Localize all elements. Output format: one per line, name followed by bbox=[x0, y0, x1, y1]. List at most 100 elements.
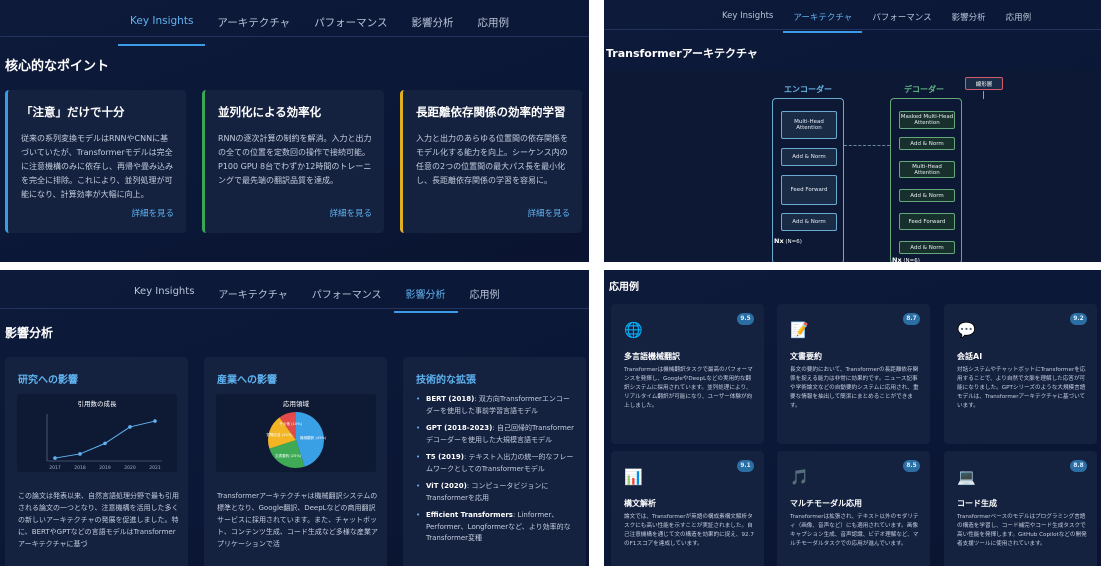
encoder-repeat-label: Nx (N=6) bbox=[774, 237, 802, 245]
tab-divider bbox=[0, 308, 589, 309]
details-link[interactable]: 詳細を見る bbox=[329, 207, 372, 219]
tab-impact[interactable]: 影響分析 bbox=[399, 15, 465, 35]
application-title: マルチモーダル応用 bbox=[790, 499, 862, 508]
series-line bbox=[54, 420, 156, 459]
data-point bbox=[103, 441, 107, 446]
industry-title: 産業への影響 bbox=[217, 375, 277, 386]
extensions-list: BERT (2018): 双方向Transformerエンコーダーを使用した事前… bbox=[416, 394, 576, 551]
score-badge: 8.7 bbox=[903, 313, 920, 325]
architecture-diagram: エンコーダー デコーダー 線形層 Multi-Head Attention Ad… bbox=[604, 70, 1101, 262]
decoder-label: デコーダー bbox=[904, 85, 944, 94]
application-description: Transformerは拡張され、テキスト以外のモダリティ（画像、音声など）にも… bbox=[790, 514, 919, 547]
bar-chart-icon: 📊 bbox=[624, 468, 643, 486]
application-description: 長文の要約において、Transformerの長距離依存関係を捉える能力は非常に効… bbox=[790, 367, 919, 409]
application-description: Transformerベースのモデルはプログラミング言語の構造を学習し、コード補… bbox=[957, 514, 1087, 547]
research-description: この論文は発表以来、自然言語処理分野で最も引用される論文の一つとなり、注意機構を… bbox=[18, 492, 179, 548]
insight-card-title: 長距離依存関係の効率的学習 bbox=[416, 105, 566, 119]
tab-impact[interactable]: 影響分析 bbox=[942, 11, 996, 23]
tab-architecture[interactable]: アーキテクチャ bbox=[206, 286, 299, 301]
x-tick-label: 2020 bbox=[124, 465, 136, 471]
application-card[interactable]: 💻 8.8 コード生成 Transformerベースのモデルはプログラミング言語の構造… bbox=[944, 451, 1097, 566]
research-card: 研究への影響 引用数の成長 2017 2018 2019 2020 2021 この論文は… bbox=[5, 357, 188, 566]
tab-performance[interactable]: パフォーマンス bbox=[300, 286, 394, 301]
application-title: 文書要約 bbox=[790, 352, 822, 361]
details-link[interactable]: 詳細を見る bbox=[131, 207, 174, 219]
encoder-block: Add & Norm bbox=[781, 148, 837, 166]
chart-title: 応用領域 bbox=[283, 399, 310, 408]
decoder-stack: Masked Multi-Head Attention Add & Norm M… bbox=[890, 98, 962, 262]
decoder-block: Multi-Head Attention bbox=[899, 161, 955, 178]
nav-tabs: Key Insights アーキテクチャ パフォーマンス 影響分析 応用例 bbox=[712, 11, 1042, 33]
section-title: 応用例 bbox=[609, 282, 639, 293]
application-title: コード生成 bbox=[957, 499, 997, 508]
application-card[interactable]: 🎵 8.5 マルチモーダル応用 Transformerは拡張され、テキスト以外のモダリ… bbox=[777, 451, 930, 566]
section-title: 核心的なポイント bbox=[5, 59, 110, 74]
tab-impact[interactable]: 影響分析 bbox=[393, 286, 458, 313]
score-badge: 8.5 bbox=[903, 460, 920, 472]
encoder-decoder-connector bbox=[844, 145, 890, 146]
list-item: Efficient Transformers: Linformer、Perfor… bbox=[416, 510, 576, 545]
application-description: 論文では、Transformerが英語の構成素構文解析タスクにも高い性能を示すこ… bbox=[624, 514, 754, 547]
insight-card: 長距離依存関係の効率的学習 入力と出力のあらゆる位置間の依存関係をモデル化する能… bbox=[400, 90, 582, 233]
details-link[interactable]: 詳細を見る bbox=[527, 207, 570, 219]
linear-layer-label: 線形層 bbox=[975, 81, 993, 88]
globe-icon: 🌐 bbox=[624, 321, 643, 339]
application-description: Transformerは機械翻訳タスクで最高のパフォーマンスを発揮し、Googl… bbox=[624, 367, 753, 409]
score-badge: 9.2 bbox=[1070, 313, 1087, 325]
tab-architecture[interactable]: アーキテクチャ bbox=[783, 11, 863, 33]
x-tick-label: 2017 bbox=[49, 465, 61, 471]
applications-panel: 応用例 🌐 9.5 多言語機械翻訳 Transformerは機械翻訳タスクで最高のパフ… bbox=[604, 270, 1101, 566]
application-card[interactable]: 📝 8.7 文書要約長文の要約において、Transformerの長距離依存関係を捉え… bbox=[777, 304, 930, 444]
decoder-block: Feed Forward bbox=[899, 213, 955, 230]
insight-card-body: 従来の系列変換モデルはRNNやCNNに基づいていたが、Transformerモデ… bbox=[21, 134, 173, 199]
tab-applications[interactable]: 応用例 bbox=[458, 286, 512, 301]
slice-label: その他 (10%) bbox=[279, 421, 302, 426]
x-tick-label: 2021 bbox=[149, 465, 161, 471]
tab-architecture[interactable]: アーキテクチャ bbox=[205, 15, 302, 35]
encoder-block: Multi-Head Attention bbox=[781, 111, 837, 139]
x-tick-label: 2018 bbox=[74, 465, 86, 471]
research-title: 研究への影響 bbox=[18, 375, 78, 386]
laptop-icon: 💻 bbox=[957, 468, 976, 486]
application-title: 多言語機械翻訳 bbox=[624, 352, 680, 361]
decoder-block: Masked Multi-Head Attention bbox=[899, 111, 955, 129]
tab-key-insights[interactable]: Key Insights bbox=[122, 286, 206, 301]
tab-key-insights[interactable]: Key Insights bbox=[712, 11, 783, 23]
speech-bubble-icon: 💬 bbox=[957, 321, 976, 339]
data-point bbox=[78, 452, 82, 456]
application-card[interactable]: 📊 9.1 構文解析 論文では、Transformerが英語の構成素構文解析タスクにも… bbox=[611, 451, 764, 566]
tab-applications[interactable]: 応用例 bbox=[996, 11, 1042, 23]
application-card[interactable]: 🌐 9.5 多言語機械翻訳 Transformerは機械翻訳タスクで最高のパフォーマン… bbox=[611, 304, 764, 444]
application-description: 対話システムやチャットボットにTransformerを応用することで、より自然で… bbox=[957, 367, 1086, 409]
decoder-block: Add & Norm bbox=[899, 137, 955, 150]
tab-performance[interactable]: パフォーマンス bbox=[862, 11, 941, 23]
application-card[interactable]: 💬 9.2 会話AI 対話システムやチャットボットにTransformerを応用するこ… bbox=[944, 304, 1097, 444]
industry-description: Transformerアーキテクチャは機械翻訳システムの標準となり、Google… bbox=[217, 492, 378, 548]
encoder-block: Add & Norm bbox=[781, 213, 837, 231]
architecture-panel: Key Insights アーキテクチャ パフォーマンス 影響分析 応用例 Tr… bbox=[604, 0, 1101, 262]
section-title: 影響分析 bbox=[5, 326, 54, 340]
application-title: 会話AI bbox=[957, 352, 983, 361]
tab-key-insights[interactable]: Key Insights bbox=[118, 15, 206, 46]
insight-card-body: RNNの逐次計算の制約を解消。入力と出力の全ての位置を定数回の操作で接続可能。P… bbox=[218, 134, 372, 185]
decoder-repeat-label: Nx (N=6) bbox=[892, 256, 920, 262]
list-item: BERT (2018): 双方向Transformerエンコーダーを使用した事前… bbox=[416, 394, 576, 417]
extensions-title: 技術的な拡張 bbox=[416, 375, 476, 386]
decoder-block: Add & Norm bbox=[899, 241, 955, 254]
linear-layer-block: 線形層 bbox=[965, 77, 1003, 90]
tab-performance[interactable]: パフォーマンス bbox=[302, 15, 399, 35]
section-title: Transformerアーキテクチャ bbox=[606, 47, 758, 60]
extensions-card: 技術的な拡張 BERT (2018): 双方向Transformerエンコーダー… bbox=[403, 357, 586, 566]
industry-card: 産業への影響 応用領域 機械翻訳 (45%) 文書要約 (25%) 質問応答 (20… bbox=[204, 357, 387, 566]
insight-card: 並列化による効率化 RNNの逐次計算の制約を解消。入力と出力の全ての位置を定数回… bbox=[202, 90, 384, 233]
data-point bbox=[53, 456, 57, 460]
slice-label: 質問応答 (20%) bbox=[266, 432, 293, 437]
slice-label: 文書要約 (25%) bbox=[275, 453, 302, 458]
insight-card: 「注意」だけで十分 従来の系列変換モデルはRNNやCNNに基づいていたが、Tra… bbox=[5, 90, 186, 233]
application-pie-chart: 応用領域 機械翻訳 (45%) 文書要約 (25%) 質問応答 (20%) その他 (… bbox=[266, 399, 327, 468]
citation-line-chart: 引用数の成長 2017 2018 2019 2020 2021 bbox=[46, 399, 162, 471]
score-badge: 9.1 bbox=[737, 460, 754, 472]
memo-icon: 📝 bbox=[790, 321, 809, 339]
tab-applications[interactable]: 応用例 bbox=[465, 15, 521, 35]
data-point bbox=[153, 419, 157, 423]
